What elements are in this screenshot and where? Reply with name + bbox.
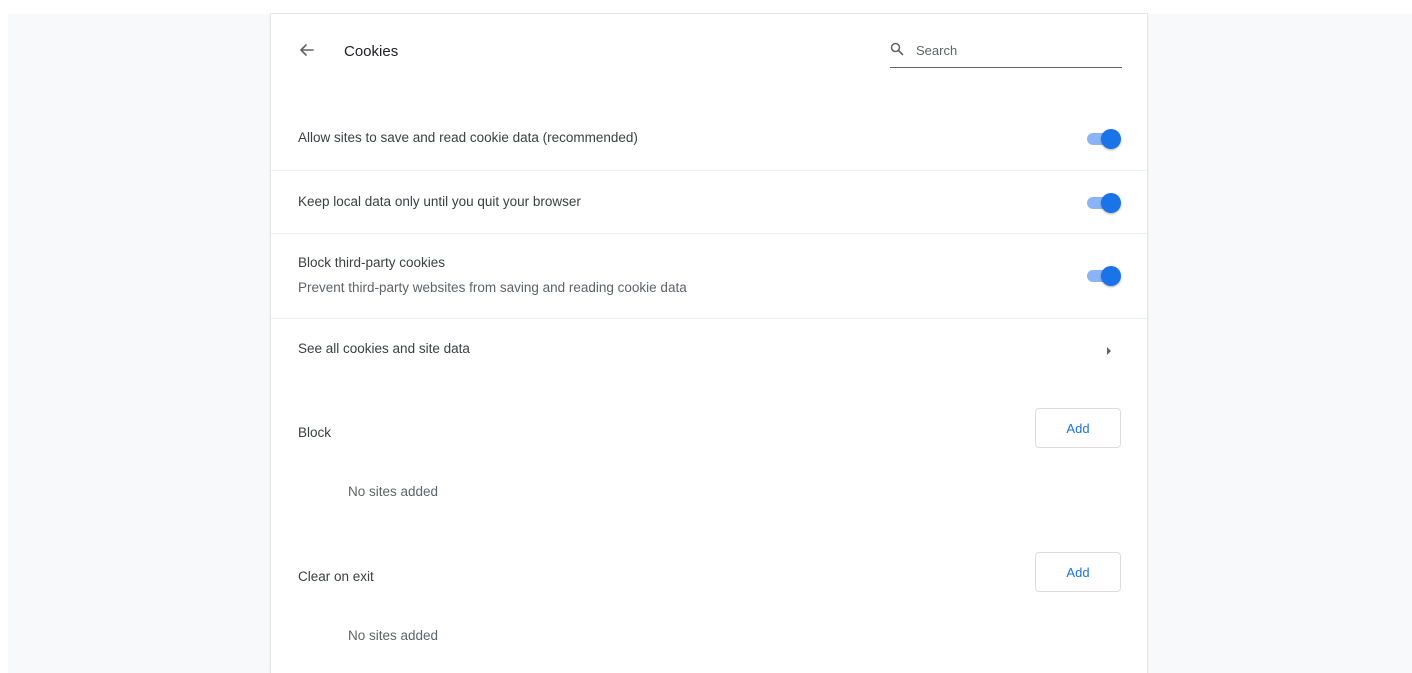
keep-local-data-toggle[interactable] <box>1085 192 1121 213</box>
clear-on-exit-section-title: Clear on exit <box>298 569 374 584</box>
toggle-knob <box>1101 193 1121 213</box>
allow-cookies-toggle[interactable] <box>1085 128 1121 149</box>
block-add-button[interactable]: Add <box>1035 408 1121 448</box>
clear-on-exit-add-button[interactable]: Add <box>1035 552 1121 592</box>
search-input[interactable] <box>916 39 1116 61</box>
page-title: Cookies <box>344 43 399 60</box>
clear-on-exit-empty-text: No sites added <box>348 628 439 643</box>
setting-row-block-third-party[interactable]: Block third-party cookies Prevent third-… <box>271 233 1147 318</box>
toggle-knob <box>1101 129 1121 149</box>
setting-label: Block third-party cookies <box>298 255 446 270</box>
setting-row-keep-local-data[interactable]: Keep local data only until you quit your… <box>271 170 1147 233</box>
setting-sublabel: Prevent third-party websites from saving… <box>298 280 687 295</box>
block-section-title: Block <box>298 425 332 440</box>
cookies-settings-card: Cookies Allow sites to save and read coo… <box>271 14 1147 673</box>
setting-label: Keep local data only until you quit your… <box>298 194 581 209</box>
see-all-cookies-row[interactable]: See all cookies and site data <box>271 318 1147 380</box>
page-header: Cookies <box>271 14 1147 86</box>
toggle-knob <box>1101 266 1121 286</box>
search-field[interactable] <box>890 38 1122 68</box>
chevron-right-icon <box>1107 347 1111 355</box>
block-third-party-toggle[interactable] <box>1085 265 1121 286</box>
search-icon <box>890 42 904 56</box>
see-all-cookies-label: See all cookies and site data <box>298 341 470 356</box>
setting-label: Allow sites to save and read cookie data… <box>298 130 638 145</box>
block-empty-text: No sites added <box>348 484 439 499</box>
setting-row-allow-cookies[interactable]: Allow sites to save and read cookie data… <box>271 108 1147 170</box>
arrow-left-icon[interactable] <box>297 40 317 60</box>
